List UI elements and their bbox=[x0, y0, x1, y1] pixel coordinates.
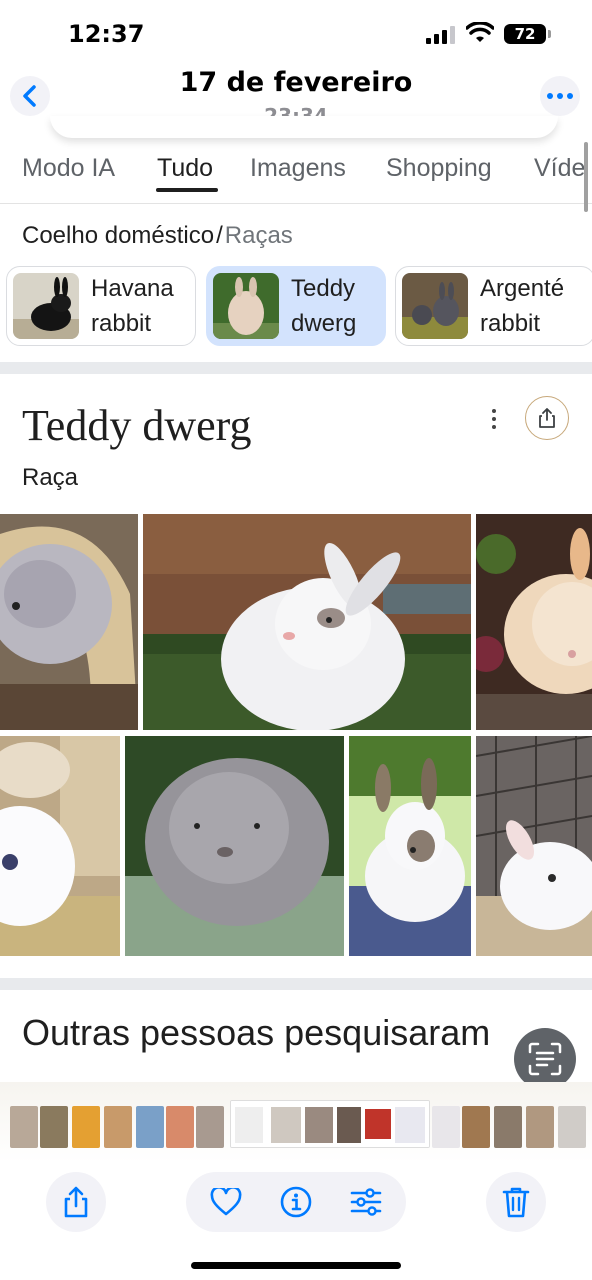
others-searched-heading: Outras pessoas pesquisaram bbox=[22, 1012, 491, 1053]
ellipsis-icon bbox=[547, 93, 573, 99]
chip-label: Havana rabbit bbox=[91, 275, 174, 337]
chip-thumbnail bbox=[13, 273, 79, 339]
info-icon bbox=[280, 1186, 312, 1218]
live-text-button[interactable] bbox=[514, 1028, 576, 1090]
chip-thumbnail bbox=[213, 273, 279, 339]
favorite-button[interactable] bbox=[210, 1186, 242, 1218]
panel-subtitle: Raça bbox=[22, 464, 79, 491]
breadcrumb: Coelho doméstico/Raças bbox=[22, 222, 293, 250]
strip-thumbnail-current[interactable] bbox=[230, 1100, 430, 1148]
more-button[interactable] bbox=[540, 76, 580, 116]
cellular-signal-icon bbox=[426, 26, 455, 44]
rabbit-image[interactable] bbox=[476, 736, 592, 956]
text-scan-icon bbox=[528, 1042, 562, 1076]
strip-thumbnail[interactable] bbox=[558, 1106, 586, 1148]
chip-argente-rabbit[interactable]: Argenté rabbit bbox=[395, 266, 592, 346]
chip-havana-rabbit[interactable]: Havana rabbit bbox=[6, 266, 196, 346]
scroll-indicator bbox=[584, 142, 588, 212]
rabbit-image[interactable] bbox=[476, 514, 592, 730]
adjust-button[interactable] bbox=[350, 1186, 382, 1218]
tab-modo-ia[interactable]: Modo IA bbox=[22, 154, 115, 183]
share-button[interactable] bbox=[46, 1172, 106, 1232]
tab-tudo[interactable]: Tudo bbox=[157, 154, 213, 183]
heart-icon bbox=[210, 1188, 242, 1216]
strip-thumbnail[interactable] bbox=[494, 1106, 522, 1148]
status-time: 12:37 bbox=[68, 20, 145, 48]
panel-share-button[interactable] bbox=[525, 396, 569, 440]
share-icon bbox=[64, 1186, 88, 1218]
strip-thumbnail[interactable] bbox=[10, 1106, 38, 1148]
search-bar-edge bbox=[50, 116, 558, 138]
chip-thumbnail bbox=[402, 273, 468, 339]
photo-actions-group bbox=[186, 1172, 406, 1232]
delete-button[interactable] bbox=[486, 1172, 546, 1232]
status-bar: 12:37 72 bbox=[0, 0, 592, 64]
strip-thumbnail[interactable] bbox=[462, 1106, 490, 1148]
sliders-icon bbox=[350, 1188, 382, 1216]
rabbit-image[interactable] bbox=[349, 736, 471, 956]
chip-label: Teddy dwerg bbox=[291, 275, 357, 337]
strip-thumbnail[interactable] bbox=[72, 1106, 100, 1148]
info-button[interactable] bbox=[280, 1186, 312, 1218]
share-icon bbox=[539, 408, 555, 428]
section-divider bbox=[0, 978, 592, 990]
photo-date: 17 de fevereiro bbox=[179, 67, 413, 98]
chip-teddy-dwerg[interactable]: Teddy dwerg bbox=[206, 266, 386, 346]
photo-thumbnail-strip[interactable] bbox=[0, 1082, 592, 1162]
strip-thumbnail[interactable] bbox=[526, 1106, 554, 1148]
tab-imagens[interactable]: Imagens bbox=[250, 154, 346, 183]
panel-menu-button[interactable] bbox=[484, 404, 504, 434]
rabbit-image[interactable] bbox=[125, 736, 344, 956]
tab-videos[interactable]: Víde bbox=[534, 154, 585, 183]
strip-thumbnail[interactable] bbox=[136, 1106, 164, 1148]
search-tabs: Modo IA Tudo Imagens Shopping Víde bbox=[0, 140, 592, 204]
tab-active-indicator bbox=[156, 188, 218, 192]
chip-label: Argenté rabbit bbox=[480, 275, 565, 337]
strip-thumbnail[interactable] bbox=[196, 1106, 224, 1148]
strip-thumbnail[interactable] bbox=[432, 1106, 460, 1148]
home-indicator bbox=[191, 1262, 401, 1269]
wifi-icon bbox=[466, 22, 494, 42]
breed-chips: Havana rabbit Teddy dwerg Argenté rabbit bbox=[6, 266, 592, 346]
breadcrumb-sub[interactable]: Raças bbox=[225, 222, 293, 249]
battery-indicator: 72 bbox=[504, 24, 551, 44]
rabbit-image[interactable] bbox=[0, 736, 120, 956]
breadcrumb-main[interactable]: Coelho doméstico bbox=[22, 222, 214, 249]
breadcrumb-separator: / bbox=[216, 222, 223, 249]
rabbit-image[interactable] bbox=[0, 514, 138, 730]
strip-thumbnail[interactable] bbox=[104, 1106, 132, 1148]
rabbit-image[interactable] bbox=[143, 514, 471, 730]
tab-shopping[interactable]: Shopping bbox=[386, 154, 492, 183]
panel-title: Teddy dwerg bbox=[22, 401, 252, 450]
strip-thumbnail[interactable] bbox=[166, 1106, 194, 1148]
trash-icon bbox=[502, 1187, 530, 1218]
strip-thumbnail[interactable] bbox=[40, 1106, 68, 1148]
section-divider bbox=[0, 362, 592, 374]
